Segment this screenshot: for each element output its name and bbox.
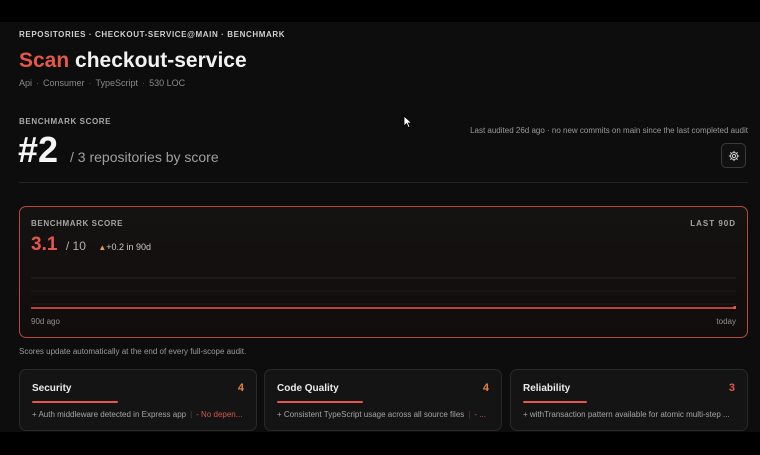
metric-notes: + withTransaction pattern available for … — [523, 410, 737, 419]
score-delta: ▲+0.2 in 90d — [98, 242, 151, 252]
note-separator: | — [468, 410, 471, 419]
metric-score: 4 — [482, 382, 489, 394]
meta-separator: · — [36, 78, 40, 88]
section-divider — [19, 182, 748, 183]
metric-score-bar — [277, 401, 363, 403]
metric-score: 4 — [237, 382, 244, 394]
score-max: / 10 — [65, 239, 86, 253]
metric-score: 3 — [728, 382, 735, 394]
score-trend-chart — [31, 277, 736, 309]
metric-positive-note: + Auth middleware detected in Express ap… — [32, 410, 187, 419]
gear-icon — [728, 150, 739, 161]
breadcrumb[interactable]: REPOSITORIES · CHECKOUT-SERVICE@MAIN · B… — [19, 30, 285, 39]
page-title: Scan checkout-service — [19, 49, 247, 73]
score-delta-text: +0.2 in 90d — [106, 242, 152, 252]
metric-name: Code Quality — [277, 383, 339, 394]
metric-notes: + Auth middleware detected in Express ap… — [32, 410, 246, 419]
metric-positive-note: + Consistent TypeScript usage across all… — [277, 410, 465, 419]
metric-card-security[interactable]: Security 4 + Auth middleware detected in… — [19, 369, 257, 431]
benchmark-page: REPOSITORIES · CHECKOUT-SERVICE@MAIN · B… — [0, 22, 760, 432]
metric-card-reliability[interactable]: Reliability 3 + withTransaction pattern … — [510, 369, 748, 431]
meta-audience: Consumer — [43, 78, 85, 88]
current-score: 3.1 — [31, 234, 58, 255]
audit-status: Last audited 26d ago · no new commits on… — [470, 126, 748, 135]
update-footnote: Scores update automatically at the end o… — [19, 347, 247, 356]
chart-range-label: LAST 90D — [690, 219, 736, 228]
meta-type: Api — [19, 78, 33, 88]
metric-name: Security — [32, 383, 72, 394]
metric-score-bar — [32, 401, 118, 403]
meta-separator: · — [88, 78, 92, 88]
benchmark-section-label: BENCHMARK SCORE — [19, 117, 112, 126]
metric-name: Reliability — [523, 383, 571, 394]
score-chart-card: BENCHMARK SCORE LAST 90D 3.1 / 10 ▲+0.2 … — [19, 206, 748, 338]
title-scan-word: Scan — [19, 49, 70, 72]
metric-notes: + Consistent TypeScript usage across all… — [277, 410, 491, 419]
meta-loc: 530 LOC — [149, 78, 186, 88]
rank-subtitle: / 3 repositories by score — [70, 149, 219, 165]
score-row: 3.1 / 10 ▲+0.2 in 90d — [31, 234, 151, 256]
rank-value: #2 — [18, 129, 59, 170]
x-axis-end-label: today — [716, 317, 736, 326]
metric-positive-note: + withTransaction pattern available for … — [523, 410, 730, 419]
meta-separator: · — [142, 78, 146, 88]
settings-button[interactable] — [721, 143, 746, 168]
metric-negative-note: - ... — [474, 410, 486, 419]
chart-last-point — [733, 306, 736, 309]
title-repo-name: checkout-service — [75, 49, 247, 72]
mouse-cursor-icon — [403, 115, 413, 129]
chart-card-label: BENCHMARK SCORE — [31, 219, 124, 228]
x-axis-start-label: 90d ago — [31, 317, 60, 326]
meta-language: TypeScript — [95, 78, 139, 88]
metric-negative-note: - No depen... — [196, 410, 243, 419]
repo-meta: Api · Consumer · TypeScript · 530 LOC — [19, 78, 185, 88]
metric-score-bar — [523, 401, 587, 403]
metric-card-code-quality[interactable]: Code Quality 4 + Consistent TypeScript u… — [264, 369, 502, 431]
note-separator: | — [190, 410, 193, 419]
